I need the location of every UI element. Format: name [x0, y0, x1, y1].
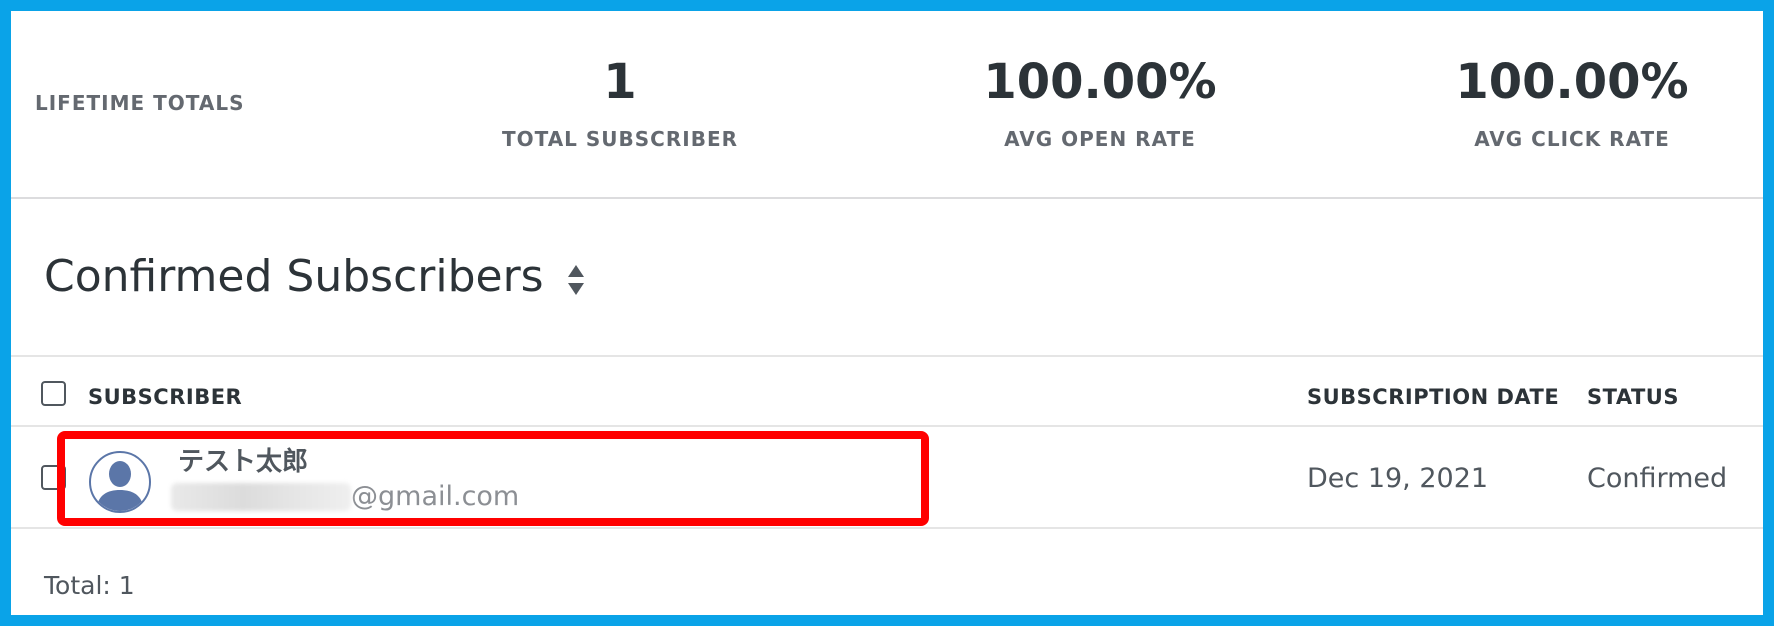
stat-value: 100.00%	[1455, 54, 1689, 110]
subscribers-panel: LIFETIME TOTALS 1 TOTAL SUBSCRIBER 100.0…	[11, 11, 1763, 615]
sort-updown-icon[interactable]	[566, 261, 586, 299]
stat-total-subscriber: 1 TOTAL SUBSCRIBER	[460, 51, 780, 151]
stat-avg-click-rate: 100.00% AVG CLICK RATE	[1412, 51, 1732, 151]
select-all-checkbox[interactable]	[41, 381, 66, 406]
total-count: Total: 1	[44, 571, 135, 600]
stat-value: 1	[603, 54, 637, 110]
stat-value: 100.00%	[983, 54, 1217, 110]
column-subscriber[interactable]: SUBSCRIBER	[88, 385, 242, 409]
lifetime-totals-label: LIFETIME TOTALS	[35, 91, 245, 115]
stat-label: AVG OPEN RATE	[1004, 127, 1196, 151]
subscription-date: Dec 19, 2021	[1307, 463, 1489, 494]
table-header: SUBSCRIBER SUBSCRIPTION DATE STATUS	[11, 355, 1763, 427]
subscription-status: Confirmed	[1587, 463, 1728, 494]
stat-label: AVG CLICK RATE	[1474, 127, 1670, 151]
column-status[interactable]: STATUS	[1587, 385, 1679, 409]
column-subscription-date[interactable]: SUBSCRIPTION DATE	[1307, 385, 1559, 409]
highlight-box	[57, 431, 929, 526]
section-title: Confirmed Subscribers	[44, 251, 544, 302]
stat-avg-open-rate: 100.00% AVG OPEN RATE	[940, 51, 1260, 151]
lifetime-stats: LIFETIME TOTALS 1 TOTAL SUBSCRIBER 100.0…	[11, 11, 1763, 199]
stat-label: TOTAL SUBSCRIBER	[501, 127, 739, 151]
